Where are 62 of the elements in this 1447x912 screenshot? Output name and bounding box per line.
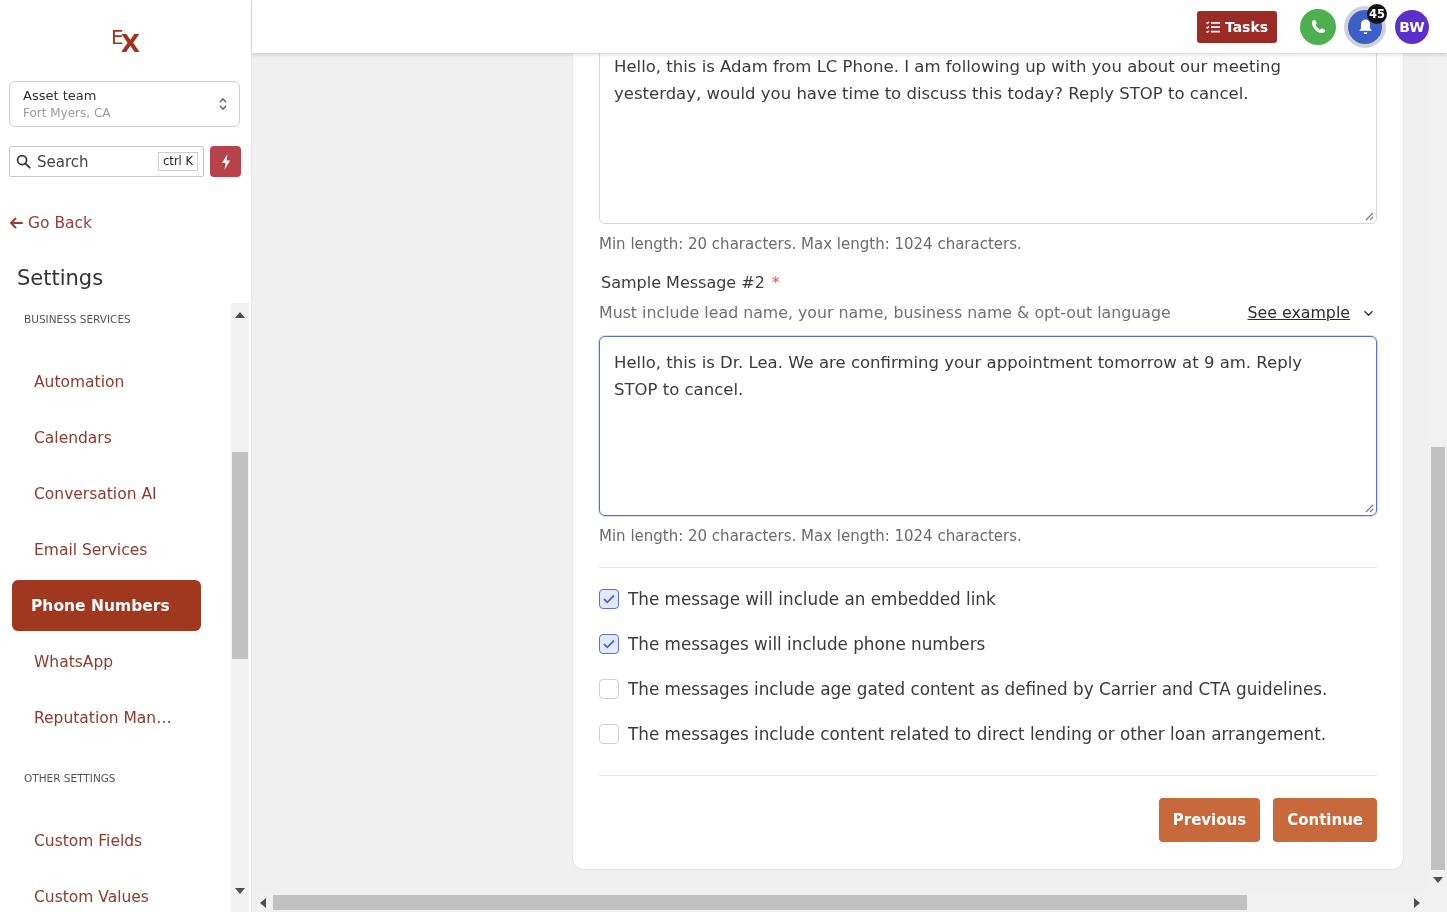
nav-item[interactable]: WhatsApp	[12, 636, 201, 687]
bell-icon	[1357, 18, 1373, 35]
scroll-right-arrow-icon[interactable]	[1414, 897, 1420, 908]
nav-item[interactable]: Custom Fields	[12, 815, 201, 866]
scroll-up-arrow-icon[interactable]	[235, 312, 245, 318]
continue-button[interactable]: Continue	[1273, 798, 1377, 842]
nav-item[interactable]: Custom Values	[12, 871, 201, 912]
scroll-down-arrow-icon[interactable]	[235, 888, 245, 894]
chevron-up-down-icon	[219, 97, 227, 111]
search-bar[interactable]: Search ctrl K	[9, 146, 204, 177]
location-name: Asset team	[23, 86, 98, 105]
checkbox-label: The messages include content related to direct lending or other loan arrangement.	[628, 724, 1327, 744]
search-icon	[16, 154, 31, 169]
notification-count: 45	[1367, 3, 1387, 24]
nav-item[interactable]: Reputation Man…	[12, 692, 201, 743]
shortcut-hint: ctrl K	[158, 152, 198, 171]
section-heading: BUSINESS SERVICES	[24, 312, 132, 327]
tasks-button[interactable]: Tasks	[1197, 10, 1277, 43]
length-hint: Min length: 20 characters. Max length: 1024 characters.	[599, 526, 1023, 546]
check-icon	[603, 639, 615, 649]
user-avatar[interactable]: BW	[1395, 9, 1429, 44]
location-address: Fort Myers, CA	[23, 104, 112, 122]
previous-button[interactable]: Previous	[1158, 798, 1261, 842]
nav-item[interactable]: Conversation AI	[12, 468, 201, 519]
see-example-link[interactable]: See example	[1247, 303, 1350, 323]
resize-grip-icon[interactable]	[1364, 211, 1374, 221]
nav-item[interactable]: Calendars	[12, 412, 201, 463]
scrollbar-thumb[interactable]	[273, 895, 1247, 910]
length-hint: Min length: 20 characters. Max length: 1024 characters.	[599, 234, 1023, 254]
phone-icon	[1310, 19, 1326, 34]
nav-item[interactable]: Automation	[12, 356, 201, 407]
checkbox[interactable]	[599, 589, 619, 609]
lightning-icon	[220, 153, 231, 170]
chevron-down-icon[interactable]	[1363, 309, 1374, 317]
arrow-left-icon	[9, 217, 23, 229]
checkbox-label: The message will include an embedded link	[628, 589, 996, 609]
scroll-down-arrow-icon[interactable]	[1432, 877, 1443, 883]
scroll-left-arrow-icon[interactable]	[260, 897, 266, 908]
field-label: Sample Message #2	[601, 273, 765, 293]
resize-grip-icon[interactable]	[1364, 503, 1374, 513]
checklist-icon	[1205, 20, 1220, 33]
notifications-button[interactable]: 45	[1344, 5, 1386, 48]
nav-item[interactable]: Phone Numbers	[12, 580, 201, 631]
nav-item[interactable]: Email Services	[12, 524, 201, 575]
check-icon	[603, 594, 615, 604]
go-back-link[interactable]: Go Back	[9, 213, 93, 233]
helper-text: Must include lead name, your name, business name & opt-out language	[599, 303, 1172, 323]
location-switcher[interactable]: Asset team Fort Myers, CA	[9, 81, 240, 127]
scrollbar[interactable]	[231, 303, 249, 912]
checkbox-label: The messages will include phone numbers	[628, 634, 986, 654]
search-input[interactable]: Search	[31, 152, 159, 171]
scrollbar-thumb[interactable]	[1430, 447, 1445, 870]
message-textarea[interactable]: Hello, this is Dr. Lea. We are confirming your appointment tomorrow at 9 am. Reply STOP to cancel.	[599, 336, 1377, 516]
section-heading: OTHER SETTINGS	[24, 771, 117, 786]
call-button[interactable]	[1300, 8, 1336, 45]
checkbox[interactable]	[599, 634, 619, 654]
required-mark: *	[771, 273, 780, 293]
scrollbar-thumb[interactable]	[232, 452, 248, 659]
settings-heading: Settings	[17, 265, 105, 291]
quick-action-button[interactable]	[210, 146, 241, 177]
checkbox-label: The messages include age gated content as defined by Carrier and CTA guidelines.	[628, 679, 1328, 699]
message-textarea[interactable]: Hello, this is Adam from LC Phone. I am following up with you about our meeting yesterday, would you have time to discuss this today? Reply STOP to cancel.	[599, 53, 1377, 224]
